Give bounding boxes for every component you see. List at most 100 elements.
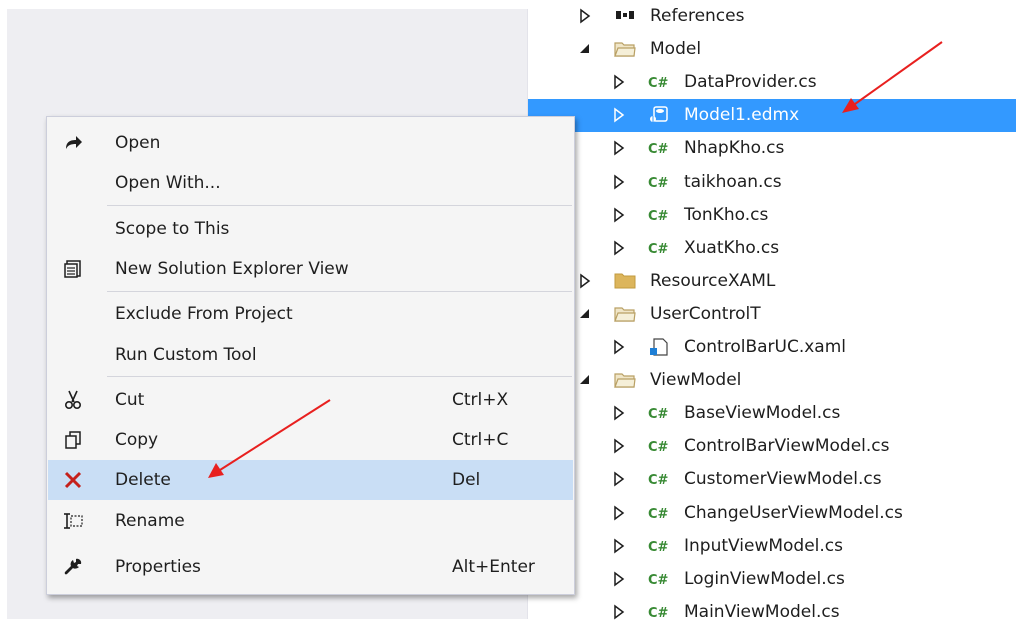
csharp-file-icon: C# (648, 407, 669, 423)
folder-icon (614, 271, 636, 291)
tree-item-label: References (650, 6, 745, 26)
menu-item-label: Scope to This (115, 219, 230, 239)
csharp-file-icon: C# (648, 506, 669, 522)
tree-item-label: LoginViewModel.cs (684, 568, 845, 589)
menu-item-new-solution-explorer-view[interactable]: New Solution Explorer View (48, 249, 573, 289)
tree-item-label: taikhoan.cs (684, 171, 782, 192)
collapsed-arrow-icon[interactable] (612, 405, 626, 421)
menu-item-label: Exclude From Project (115, 304, 293, 324)
tree-item[interactable]: Model1.edmx (528, 99, 1016, 133)
tree-item[interactable]: C# MainViewModel.cs (528, 596, 1016, 629)
tree-item[interactable]: C# DataProvider.cs (528, 66, 1016, 99)
menu-item-run-custom-tool[interactable]: Run Custom Tool (48, 335, 573, 375)
tree-item-label: XuatKho.cs (684, 237, 780, 258)
tree-item[interactable]: C# BaseViewModel.cs (528, 397, 1016, 430)
collapsed-arrow-icon[interactable] (612, 538, 626, 554)
menu-item-label: Run Custom Tool (115, 345, 257, 365)
collapsed-arrow-icon[interactable] (612, 604, 626, 620)
collapsed-arrow-icon[interactable] (612, 471, 626, 487)
menu-item-label: Open With... (115, 173, 221, 193)
tree-item[interactable]: UserControlT (528, 298, 1016, 331)
tree-item[interactable]: C# taikhoan.cs (528, 166, 1016, 199)
scissors-icon (62, 389, 84, 411)
tree-item[interactable]: C# ChangeUserViewModel.cs (528, 497, 1016, 530)
menu-separator (107, 205, 572, 206)
tree-item-label: DataProvider.cs (684, 72, 817, 93)
menu-item-properties[interactable]: Properties Alt+Enter (48, 547, 573, 587)
csharp-file-icon: C# (648, 76, 669, 92)
collapsed-arrow-icon[interactable] (612, 505, 626, 521)
tree-item[interactable]: References (528, 0, 1016, 33)
menu-item-open[interactable]: Open (48, 123, 573, 163)
tree-item-label: InputViewModel.cs (684, 535, 844, 556)
tree-item-label: TonKho.cs (684, 204, 769, 225)
collapsed-arrow-icon[interactable] (612, 240, 626, 256)
collapsed-arrow-icon[interactable] (612, 207, 626, 223)
tree-item[interactable]: C# LoginViewModel.cs (528, 563, 1016, 596)
tree-item-label: Model1.edmx (684, 105, 800, 126)
expanded-arrow-icon[interactable] (578, 41, 592, 57)
menu-item-delete[interactable]: Delete Del (48, 460, 573, 500)
shortcut-text: Del (452, 470, 481, 490)
tree-item[interactable]: ResourceXAML (528, 265, 1016, 298)
folder-open-icon (614, 39, 636, 59)
delete-x-icon (62, 469, 84, 491)
tree-item[interactable]: C# XuatKho.cs (528, 232, 1016, 265)
menu-item-scope-to-this[interactable]: Scope to This (48, 209, 573, 249)
rename-icon (62, 510, 84, 532)
menu-item-open-with[interactable]: Open With... (48, 163, 573, 203)
collapsed-arrow-icon[interactable] (612, 339, 626, 355)
xaml-file-icon (648, 337, 670, 357)
menu-item-label: Open (115, 133, 161, 153)
tree-item-label: Model (650, 39, 702, 60)
csharp-file-icon: C# (648, 440, 669, 456)
expanded-arrow-icon[interactable] (578, 372, 592, 388)
collapsed-arrow-icon[interactable] (612, 140, 626, 156)
collapsed-arrow-icon[interactable] (612, 74, 626, 90)
folder-open-icon (614, 304, 636, 324)
menu-item-cut[interactable]: Cut Ctrl+X (48, 380, 573, 420)
collapsed-arrow-icon[interactable] (612, 107, 626, 123)
tree-item[interactable]: C# TonKho.cs (528, 199, 1016, 232)
tree-item[interactable]: C# ControlBarViewModel.cs (528, 430, 1016, 463)
context-menu: Open Open With... Scope to This New Solu… (46, 116, 575, 595)
edmx-file-icon (648, 105, 670, 125)
tree-item[interactable]: ViewModel (528, 364, 1016, 397)
menu-item-exclude-from-project[interactable]: Exclude From Project (48, 294, 573, 334)
collapsed-arrow-icon[interactable] (612, 438, 626, 454)
tree-item-label: ChangeUserViewModel.cs (684, 502, 903, 523)
tree-item[interactable]: C# NhapKho.cs (528, 132, 1016, 165)
tree-item-label: ControlBarUC.xaml (684, 337, 846, 357)
menu-item-label: Delete (115, 470, 171, 490)
menu-item-rename[interactable]: Rename (48, 501, 573, 541)
wrench-icon (62, 556, 84, 578)
tree-item-label: UserControlT (650, 303, 761, 324)
menu-item-label: New Solution Explorer View (115, 259, 349, 279)
menu-separator (107, 291, 572, 292)
tree-item[interactable]: C# CustomerViewModel.cs (528, 463, 1016, 496)
tree-item[interactable]: Model (528, 33, 1016, 66)
collapsed-arrow-icon[interactable] (578, 273, 592, 289)
tree-item-label: ControlBarViewModel.cs (684, 436, 890, 457)
menu-item-label: Rename (115, 511, 185, 531)
csharp-file-icon: C# (648, 572, 669, 588)
solution-explorer-tree[interactable]: References Model C# DataProvider.cs Model1.e… (528, 0, 1016, 622)
collapsed-arrow-icon[interactable] (612, 174, 626, 190)
tree-item-label: ResourceXAML (650, 270, 776, 291)
references-icon (614, 6, 636, 26)
csharp-file-icon: C# (648, 539, 669, 555)
csharp-file-icon: C# (648, 241, 669, 257)
tree-item-label: BaseViewModel.cs (684, 403, 841, 424)
collapsed-arrow-icon[interactable] (578, 8, 592, 24)
shortcut-text: Ctrl+X (452, 390, 509, 410)
collapsed-arrow-icon[interactable] (612, 571, 626, 587)
csharp-file-icon: C# (648, 208, 669, 224)
open-arrow-icon (62, 132, 84, 154)
menu-item-label: Copy (115, 430, 159, 450)
menu-item-copy[interactable]: Copy Ctrl+C (48, 420, 573, 460)
new-window-icon (62, 258, 84, 280)
expanded-arrow-icon[interactable] (578, 306, 592, 322)
tree-item[interactable]: C# InputViewModel.cs (528, 530, 1016, 563)
tree-item[interactable]: ControlBarUC.xaml (528, 331, 1016, 364)
csharp-file-icon: C# (648, 175, 669, 191)
